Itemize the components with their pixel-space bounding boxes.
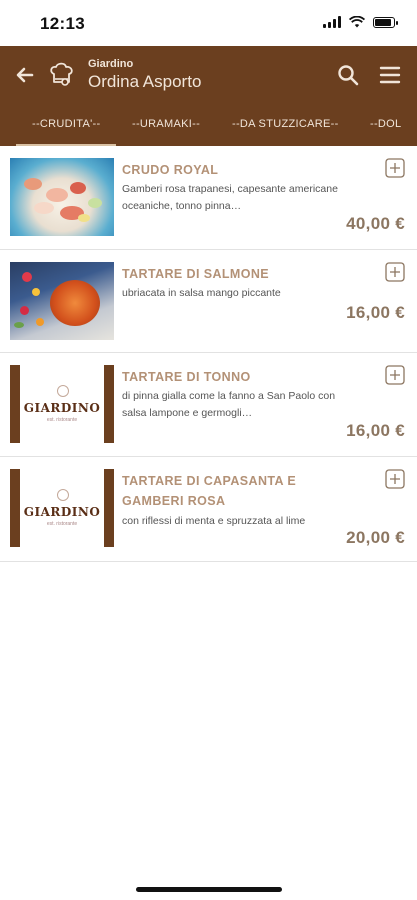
wifi-icon [349,16,365,28]
tab-uramaki[interactable]: --URAMAKI-- [132,118,200,130]
crest-icon [57,385,69,397]
product-description: Gamberi rosa trapanesi, capesante americ… [122,183,338,212]
product-image [10,262,114,340]
list-item[interactable]: TARTARE DI SALMONE ubriacata in salsa ma… [0,250,417,353]
add-plus-icon[interactable] [385,262,405,282]
add-plus-icon[interactable] [385,365,405,385]
status-icons [323,16,398,28]
product-price: 16,00 € [346,421,405,440]
home-indicator[interactable] [136,887,282,892]
product-image: GIARDINO est. ristorante [10,469,114,547]
product-price: 40,00 € [346,214,405,233]
product-image [10,158,114,236]
status-time: 12:13 [40,14,85,33]
toque-logo-icon [50,62,73,86]
signal-icon [323,16,341,28]
add-plus-icon[interactable] [385,469,405,489]
list-item[interactable]: GIARDINO est. ristorante TARTARE DI TONN… [0,353,417,457]
hamburger-menu-icon[interactable] [379,64,401,86]
page-title: Ordina Asporto [88,72,202,91]
product-description: ubriacata in salsa mango piccante [122,287,281,299]
product-name: TARTARE DI TONNO [122,370,251,384]
product-price: 20,00 € [346,528,405,547]
product-list: CRUDO ROYAL Gamberi rosa trapanesi, cape… [0,146,417,562]
battery-icon [373,16,398,28]
product-image: GIARDINO est. ristorante [10,365,114,443]
status-bar: 12:13 [0,0,417,46]
product-description: di pinna gialla come la fanno a San Paol… [122,390,336,419]
search-icon[interactable] [337,64,359,86]
product-name: CRUDO ROYAL [122,163,219,177]
list-item[interactable]: GIARDINO est. ristorante TARTARE DI CAPA… [0,457,417,562]
tab-da-stuzzicare[interactable]: --DA STUZZICARE-- [232,118,339,130]
list-item[interactable]: CRUDO ROYAL Gamberi rosa trapanesi, cape… [0,146,417,250]
logo-subtitle: est. ristorante [46,417,78,423]
logo-subtitle: est. ristorante [46,521,78,527]
crest-icon [57,489,69,501]
category-tabs: --CRUDITA'-- --URAMAKI-- --DA STUZZICARE… [0,104,417,146]
product-name: TARTARE DI SALMONE [122,267,270,281]
app-header: Giardino Ordina Asporto --CRUDITA'-- --U… [0,46,417,146]
tab-dolci[interactable]: --DOL [370,118,401,130]
tab-crudita[interactable]: --CRUDITA'-- [15,118,117,146]
brand-name: Giardino [88,58,134,70]
logo-word: GIARDINO [23,401,101,415]
product-name: TARTARE DI CAPASANTA E GAMBERI ROSA [122,474,297,508]
product-description: con riflessi di menta e spruzzata al lim… [122,515,306,527]
product-price: 16,00 € [346,303,405,322]
back-arrow-icon[interactable] [14,64,36,86]
logo-word: GIARDINO [23,505,101,519]
add-plus-icon[interactable] [385,158,405,178]
